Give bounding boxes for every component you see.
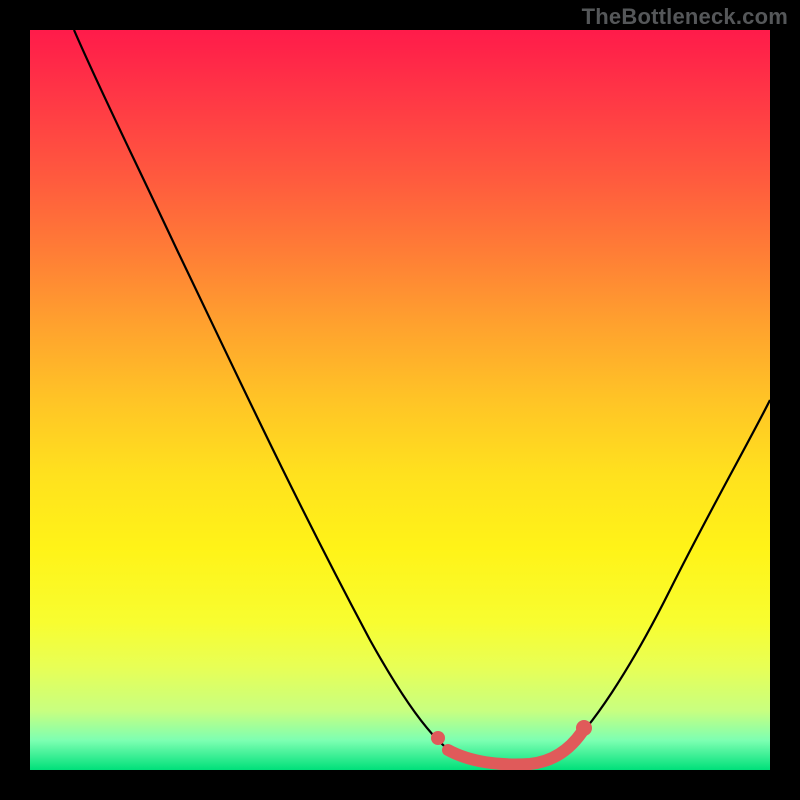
watermark-text: TheBottleneck.com bbox=[582, 4, 788, 30]
chart-container: TheBottleneck.com bbox=[0, 0, 800, 800]
bottleneck-curve-path bbox=[74, 30, 770, 766]
marker-left-dot bbox=[431, 731, 445, 745]
marker-right-dot bbox=[576, 720, 592, 736]
plot-area bbox=[30, 30, 770, 770]
curve-overlay bbox=[30, 30, 770, 770]
optimal-range-highlight-path bbox=[448, 732, 582, 764]
